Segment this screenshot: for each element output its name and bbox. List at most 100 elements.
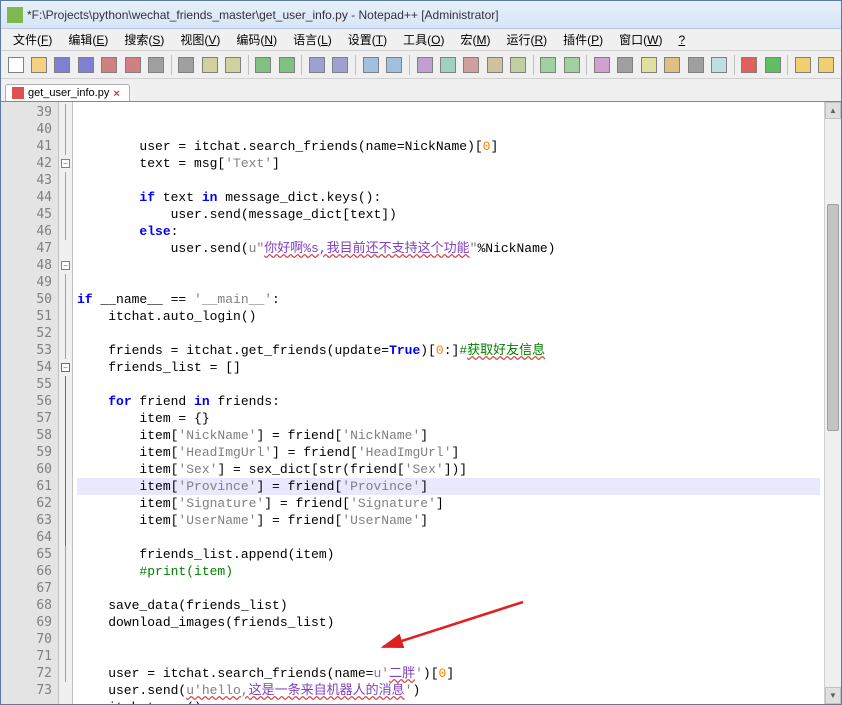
- replace-button[interactable]: [330, 54, 351, 76]
- code-line[interactable]: for friend in friends:: [77, 393, 820, 410]
- menu-item[interactable]: 文件(F): [5, 29, 60, 50]
- indent-button[interactable]: [484, 54, 505, 76]
- folder-button[interactable]: [662, 54, 683, 76]
- code-line[interactable]: if text in message_dict.keys():: [77, 189, 820, 206]
- a1-button[interactable]: [792, 54, 813, 76]
- menu-item[interactable]: 工具(O): [395, 29, 452, 50]
- code-line[interactable]: [77, 631, 820, 648]
- code-line[interactable]: itchat.auto_login(): [77, 308, 820, 325]
- code-area[interactable]: user = itchat.search_friends(name=NickNa…: [73, 102, 824, 704]
- func-button[interactable]: [591, 54, 612, 76]
- code-line[interactable]: item = {}: [77, 410, 820, 427]
- line-number: 52: [1, 325, 52, 342]
- menu-item[interactable]: 视图(V): [172, 29, 228, 50]
- code-line[interactable]: [77, 257, 820, 274]
- code-line[interactable]: itchat.run(): [77, 699, 820, 704]
- scroll-thumb[interactable]: [827, 204, 839, 431]
- code-line[interactable]: [77, 529, 820, 546]
- print-button[interactable]: [145, 54, 166, 76]
- code-line[interactable]: #print(item): [77, 563, 820, 580]
- menu-item[interactable]: 设置(T): [340, 29, 395, 50]
- doc-button[interactable]: [638, 54, 659, 76]
- code-line[interactable]: [77, 172, 820, 189]
- play-button[interactable]: [762, 54, 783, 76]
- open-button[interactable]: [28, 54, 49, 76]
- code-line[interactable]: user = itchat.search_friends(name=NickNa…: [77, 138, 820, 155]
- scroll-up-button[interactable]: ▲: [825, 102, 841, 119]
- eye-icon: [711, 57, 727, 73]
- code-line[interactable]: else:: [77, 223, 820, 240]
- uncomment-button[interactable]: [561, 54, 582, 76]
- code-line[interactable]: item['Signature'] = friend['Signature']: [77, 495, 820, 512]
- code-line[interactable]: user.send(message_dict[text]): [77, 206, 820, 223]
- file-tab[interactable]: get_user_info.py ×: [5, 84, 130, 101]
- close-all-button[interactable]: [122, 54, 143, 76]
- menu-item[interactable]: ?: [670, 31, 693, 49]
- close-button[interactable]: [99, 54, 120, 76]
- sync-button[interactable]: [414, 54, 435, 76]
- menu-item[interactable]: 编辑(E): [60, 29, 116, 50]
- menu-item[interactable]: 插件(P): [555, 29, 611, 50]
- scroll-down-button[interactable]: ▼: [825, 687, 841, 704]
- fold-toggle[interactable]: −: [61, 159, 70, 168]
- chars-button[interactable]: [461, 54, 482, 76]
- code-line[interactable]: item['Sex'] = sex_dict[str(friend['Sex']…: [77, 461, 820, 478]
- code-line[interactable]: [77, 274, 820, 291]
- code-line[interactable]: if __name__ == '__main__':: [77, 291, 820, 308]
- mon-button[interactable]: [685, 54, 706, 76]
- code-line[interactable]: save_data(friends_list): [77, 597, 820, 614]
- undo-icon: [255, 57, 271, 73]
- code-line[interactable]: [77, 648, 820, 665]
- copy-button[interactable]: [199, 54, 220, 76]
- scroll-track[interactable]: [825, 119, 841, 687]
- map-button[interactable]: [615, 54, 636, 76]
- code-line[interactable]: user.send(u'hello,这是一条来自机器人的消息'): [77, 682, 820, 699]
- code-line[interactable]: item['HeadImgUrl'] = friend['HeadImgUrl'…: [77, 444, 820, 461]
- code-line[interactable]: text = msg['Text']: [77, 155, 820, 172]
- code-line[interactable]: [77, 580, 820, 597]
- zoom-in-button[interactable]: [360, 54, 381, 76]
- new-button[interactable]: [5, 54, 26, 76]
- record-button[interactable]: [739, 54, 760, 76]
- fold-toggle[interactable]: −: [61, 363, 70, 372]
- fold-line: [65, 223, 66, 240]
- find-button[interactable]: [306, 54, 327, 76]
- fold-line: [65, 427, 66, 444]
- title-bar[interactable]: *F:\Projects\python\wechat_friends_maste…: [1, 1, 841, 29]
- code-line[interactable]: [77, 325, 820, 342]
- code-line[interactable]: download_images(friends_list): [77, 614, 820, 631]
- code-line[interactable]: user.send(u"你好啊%s,我目前还不支持这个功能"%NickName): [77, 240, 820, 257]
- menu-item[interactable]: 搜索(S): [116, 29, 172, 50]
- code-line[interactable]: [77, 376, 820, 393]
- menu-item[interactable]: 宏(M): [452, 29, 498, 50]
- lang-button[interactable]: [507, 54, 528, 76]
- line-number: 63: [1, 512, 52, 529]
- eye-button[interactable]: [708, 54, 729, 76]
- code-line[interactable]: friends_list.append(item): [77, 546, 820, 563]
- comment-button[interactable]: [538, 54, 559, 76]
- save-all-button[interactable]: [75, 54, 96, 76]
- code-line[interactable]: friends = itchat.get_friends(update=True…: [77, 342, 820, 359]
- a2-button[interactable]: [816, 54, 837, 76]
- menu-item[interactable]: 语言(L): [285, 29, 340, 50]
- paste-button[interactable]: [222, 54, 243, 76]
- code-line[interactable]: user = itchat.search_friends(name=u'二胖')…: [77, 665, 820, 682]
- code-line[interactable]: item['UserName'] = friend['UserName']: [77, 512, 820, 529]
- code-line[interactable]: friends_list = []: [77, 359, 820, 376]
- tab-close-button[interactable]: ×: [113, 88, 123, 98]
- line-number: 73: [1, 682, 52, 699]
- fold-toggle[interactable]: −: [61, 261, 70, 270]
- menu-item[interactable]: 窗口(W): [611, 29, 670, 50]
- menu-item[interactable]: 编码(N): [228, 29, 285, 50]
- undo-button[interactable]: [253, 54, 274, 76]
- code-line[interactable]: item['NickName'] = friend['NickName']: [77, 427, 820, 444]
- redo-button[interactable]: [276, 54, 297, 76]
- cut-button[interactable]: [176, 54, 197, 76]
- zoom-out-button[interactable]: [384, 54, 405, 76]
- vertical-scrollbar[interactable]: ▲ ▼: [824, 102, 841, 704]
- wrap-button[interactable]: [437, 54, 458, 76]
- save-button[interactable]: [52, 54, 73, 76]
- copy-icon: [202, 57, 218, 73]
- menu-item[interactable]: 运行(R): [498, 29, 555, 50]
- code-line[interactable]: item['Province'] = friend['Province']: [77, 478, 820, 495]
